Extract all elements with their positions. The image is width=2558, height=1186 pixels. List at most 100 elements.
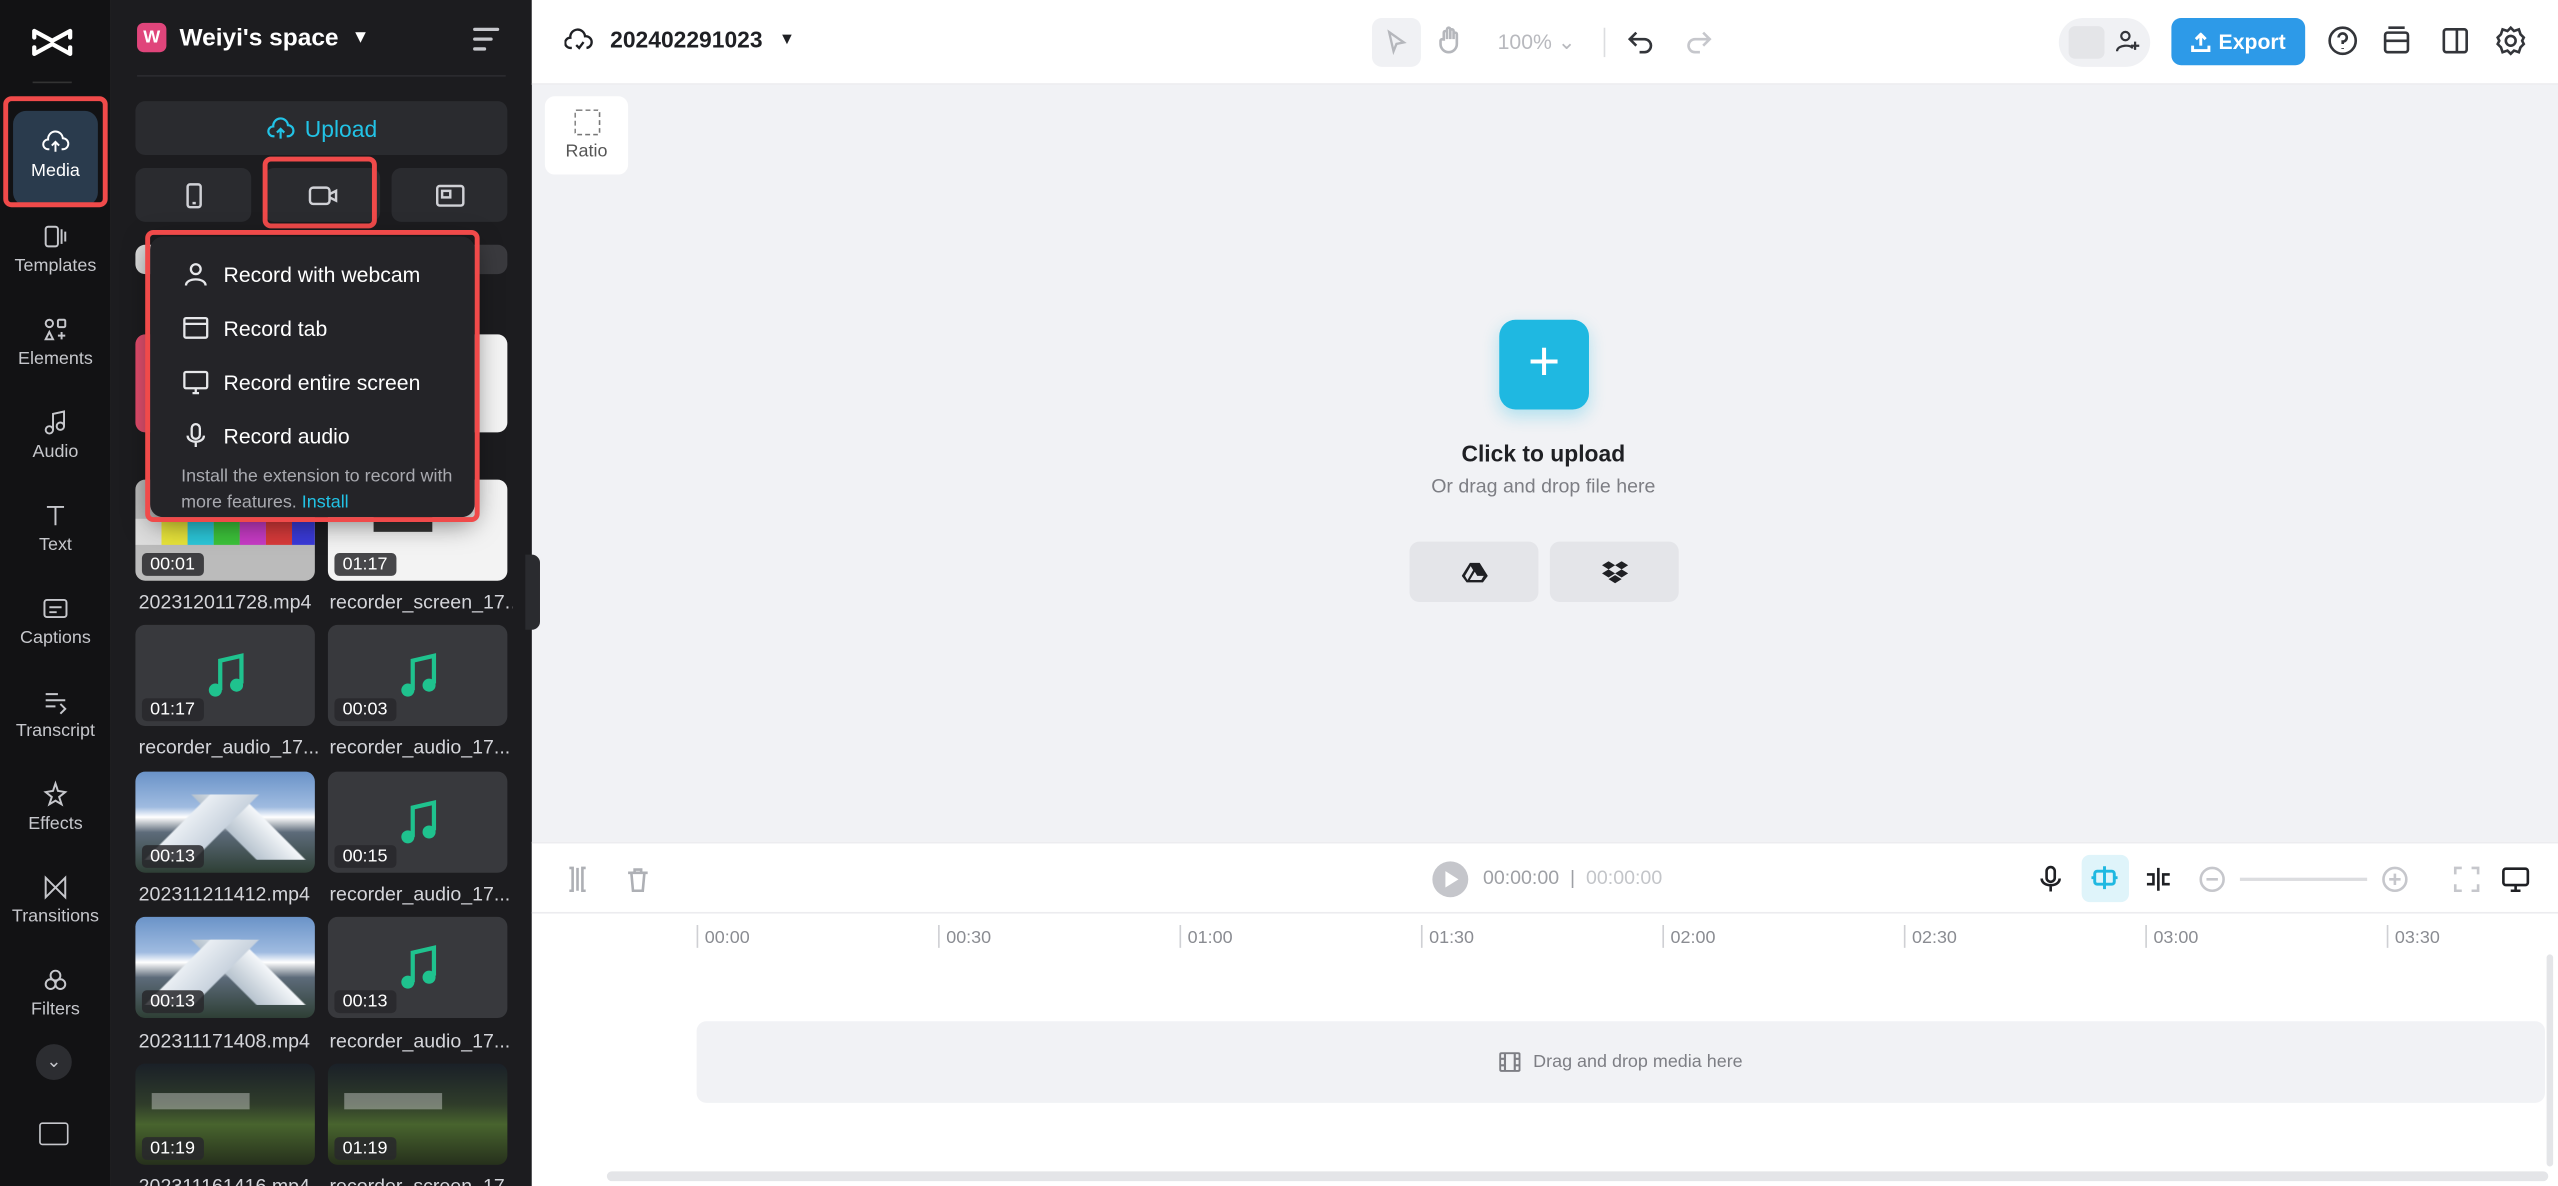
- auto-snap-button[interactable]: [2081, 854, 2129, 903]
- vertical-scrollbar[interactable]: [2546, 954, 2554, 1167]
- media-thumbnail[interactable]: 01:17: [135, 624, 315, 726]
- rail-item-transitions[interactable]: Transitions: [0, 863, 111, 954]
- rail-item-audio[interactable]: Audio: [0, 398, 111, 489]
- ruler-label: 02:00: [1670, 928, 1716, 948]
- media-thumbnail[interactable]: 00:13: [135, 916, 315, 1018]
- play-button[interactable]: [1432, 861, 1469, 898]
- delete-button[interactable]: [623, 865, 652, 894]
- record-audio-item[interactable]: Record audio: [150, 411, 475, 460]
- sort-icon[interactable]: [473, 27, 500, 51]
- media-thumbnail[interactable]: 00:03: [327, 624, 508, 726]
- extension-note: Install the extension to record with mor…: [181, 463, 458, 515]
- help-button[interactable]: [2326, 24, 2359, 57]
- menu-item-label: Record tab: [223, 315, 328, 341]
- timeline-dropzone[interactable]: Drag and drop media here: [696, 1021, 2545, 1103]
- record-tab-item[interactable]: Record tab: [150, 303, 475, 352]
- media-thumbnail[interactable]: 01:19: [327, 1063, 508, 1165]
- record-menu: Record with webcam Record tab Record ent…: [150, 236, 475, 518]
- panel-collapse-handle[interactable]: [525, 554, 540, 630]
- rail-item-effects[interactable]: Effects: [0, 770, 111, 861]
- capcut-logo: [32, 28, 73, 56]
- media-thumbnail[interactable]: 00:13: [327, 916, 508, 1018]
- zoom-in-button[interactable]: [2380, 865, 2409, 894]
- media-thumbnail[interactable]: 00:15: [327, 771, 508, 873]
- google-drive-button[interactable]: [1409, 541, 1539, 602]
- elements-icon: [44, 318, 67, 341]
- record-button[interactable]: [264, 168, 381, 222]
- preview-mode-button[interactable]: [2501, 865, 2530, 894]
- hand-tool[interactable]: [1434, 24, 1467, 57]
- zoom-out-button[interactable]: [2197, 865, 2226, 894]
- project-title[interactable]: 202402291023 ▼: [564, 26, 795, 52]
- voiceover-button[interactable]: [2036, 865, 2065, 894]
- fit-screen-icon: [2453, 866, 2480, 893]
- top-bar: 202402291023 ▼ 100% ⌄ Export: [531, 0, 2558, 85]
- trash-icon: [628, 868, 648, 893]
- add-media-button[interactable]: +: [1499, 319, 1589, 410]
- transitions-icon: [44, 875, 67, 900]
- layers-button[interactable]: [2380, 24, 2413, 57]
- media-thumbnail[interactable]: 00:13: [135, 771, 315, 873]
- duration-badge: 01:19: [334, 1137, 396, 1160]
- chevron-down-icon[interactable]: ⌄: [35, 1044, 72, 1080]
- zoom-value: 100%: [1497, 29, 1552, 54]
- settings-button[interactable]: [2494, 24, 2527, 57]
- cloud-upload-icon: [42, 130, 70, 152]
- rail-item-templates[interactable]: Templates: [0, 212, 111, 303]
- media-filename: 202311161416.mp4: [139, 1175, 322, 1186]
- ratio-label: Ratio: [565, 141, 608, 162]
- keyboard-icon[interactable]: [39, 1122, 69, 1146]
- templates-icon: [44, 225, 67, 248]
- undo-button[interactable]: [1625, 24, 1658, 57]
- space-switcher[interactable]: W Weiyi's space ▼: [137, 22, 369, 53]
- panel-divider: [137, 75, 506, 77]
- ratio-button[interactable]: Ratio: [544, 96, 629, 175]
- record-webcam-item[interactable]: Record with webcam: [150, 250, 475, 299]
- select-tool[interactable]: [1372, 17, 1421, 67]
- rail-label: Audio: [32, 442, 79, 462]
- dropbox-icon: [1601, 560, 1628, 583]
- media-filename: recorder_audio_17...: [329, 882, 511, 906]
- upload-title: Click to upload: [1461, 440, 1626, 467]
- split-button[interactable]: [563, 865, 592, 894]
- record-screen-item[interactable]: Record entire screen: [150, 357, 475, 406]
- ruler-tick: [1179, 925, 1182, 948]
- upload-button[interactable]: Upload: [135, 101, 508, 155]
- dropbox-button[interactable]: [1549, 541, 1679, 602]
- media-thumbnail[interactable]: 01:19: [135, 1063, 315, 1165]
- rail-item-filters[interactable]: Filters: [0, 956, 111, 1047]
- rail-label: Templates: [14, 256, 97, 276]
- media-filename: 202312011728.mp4: [138, 590, 312, 614]
- music-note-icon: [44, 410, 66, 435]
- redo-button[interactable]: [1682, 24, 1715, 57]
- duration-badge: 01:17: [334, 553, 396, 576]
- media-filename: recorder_audio_17...: [138, 735, 320, 759]
- rail-item-elements[interactable]: Elements: [0, 305, 111, 396]
- zoom-select[interactable]: 100% ⌄: [1498, 29, 1576, 55]
- total-time: 00:00:00: [1586, 866, 1663, 890]
- rail-item-text[interactable]: Text: [0, 491, 111, 582]
- duration-badge: 01:19: [141, 1137, 204, 1160]
- timeline-zoom-slider[interactable]: [2239, 877, 2368, 881]
- menu-item-label: Record with webcam: [223, 261, 421, 287]
- phone-upload-button[interactable]: [135, 168, 252, 222]
- chevron-down-icon: ▼: [778, 30, 796, 49]
- undo-icon: [1627, 31, 1653, 54]
- export-label: Export: [2218, 29, 2286, 54]
- timecode: 00:00:00 | 00:00:00: [1482, 866, 1663, 890]
- aspect-ratio-icon: [573, 109, 600, 136]
- rail-item-media[interactable]: Media: [0, 108, 111, 206]
- linkage-button[interactable]: [2144, 865, 2173, 894]
- collaborators[interactable]: [2058, 17, 2151, 67]
- media-panel: W Weiyi's space ▼ Upload 00:01 202312011…: [110, 0, 532, 1186]
- install-link[interactable]: Install: [302, 493, 349, 513]
- zoom-in-icon: [2382, 866, 2408, 893]
- export-button[interactable]: Export: [2171, 17, 2306, 66]
- layout-button[interactable]: [2439, 24, 2472, 57]
- fit-button[interactable]: [2452, 865, 2481, 894]
- horizontal-scrollbar[interactable]: [606, 1171, 2549, 1182]
- screen-upload-button[interactable]: [391, 168, 508, 222]
- rail-item-transcript[interactable]: Transcript: [0, 677, 111, 768]
- rail-item-captions[interactable]: Captions: [0, 584, 111, 675]
- stack-icon: [2383, 26, 2410, 54]
